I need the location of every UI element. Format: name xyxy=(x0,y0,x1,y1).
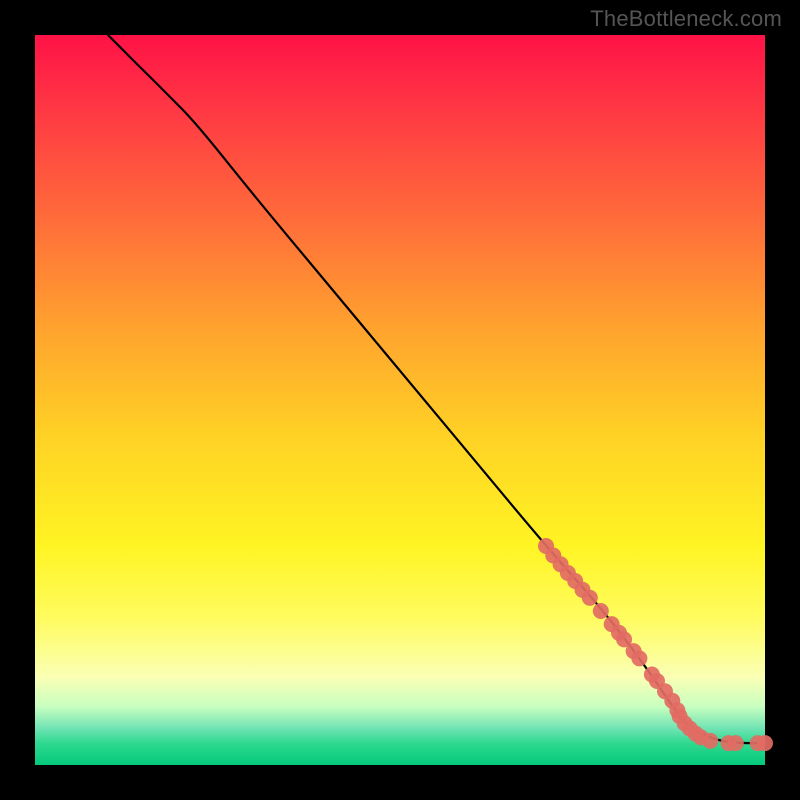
data-point xyxy=(631,650,647,666)
data-point xyxy=(593,603,609,619)
bottleneck-curve xyxy=(108,35,765,743)
data-point xyxy=(702,733,718,749)
data-point xyxy=(728,735,744,751)
data-point xyxy=(757,735,773,751)
chart-frame: TheBottleneck.com xyxy=(0,0,800,800)
highlighted-points xyxy=(538,538,773,751)
data-point xyxy=(582,590,598,606)
plot-area xyxy=(35,35,765,765)
watermark-text: TheBottleneck.com xyxy=(590,6,782,32)
chart-svg xyxy=(35,35,765,765)
